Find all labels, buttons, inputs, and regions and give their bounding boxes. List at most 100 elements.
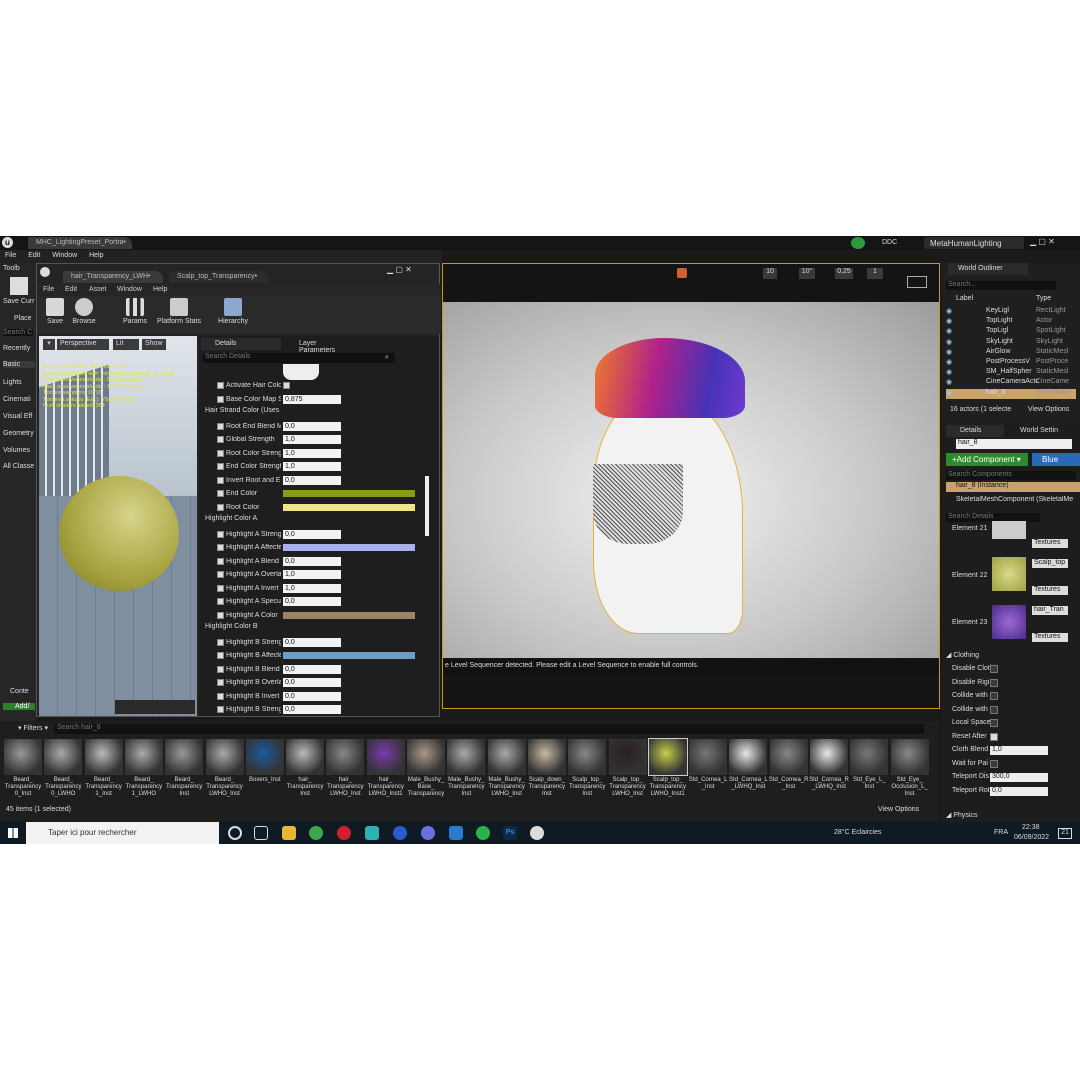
weather[interactable]: 28°C Eclaircies	[834, 829, 882, 836]
param-checkbox[interactable]	[217, 436, 224, 443]
param-value[interactable]: 1,0	[283, 570, 341, 579]
category-volumes[interactable]: Volumes	[3, 447, 30, 454]
param-value[interactable]: 0,0	[283, 705, 341, 714]
outliner-search[interactable]: Search...	[946, 281, 1056, 290]
param-checkbox[interactable]	[217, 490, 224, 497]
source-control-icon[interactable]	[851, 237, 865, 249]
tab-scalp-top[interactable]: Scalp_top_Transparency•	[169, 271, 269, 283]
actor-details-tab[interactable]: Details	[946, 425, 1004, 437]
outliner-row[interactable]: ◉ PostProcessV PostProce	[946, 358, 1076, 368]
asset-thumbnail[interactable]	[124, 739, 163, 775]
outliner-row[interactable]: ◉ TopLight Actor	[946, 317, 1076, 327]
category-basic[interactable]: Basic	[3, 361, 35, 368]
add-import-button[interactable]: Add/	[3, 703, 35, 710]
search-classes[interactable]: Search C	[3, 329, 33, 336]
asset-thumbnail[interactable]	[689, 739, 728, 775]
level-viewport[interactable]: 10 10° 0,25 1 e Level Sequencer detected…	[442, 263, 940, 709]
clothing-checkbox[interactable]	[990, 732, 998, 741]
asset-thumbnail[interactable]	[810, 739, 848, 775]
outliner-row[interactable]: ◉ hair_8 SkeletalMe	[946, 388, 1076, 399]
param-value[interactable]: 1,0	[283, 462, 341, 471]
chrome-icon[interactable]	[309, 826, 323, 840]
menu-window[interactable]: Window	[52, 252, 77, 259]
asset-thumbnail[interactable]	[447, 739, 486, 775]
file-explorer-icon[interactable]	[282, 826, 296, 840]
asset-thumbnail[interactable]	[729, 739, 768, 775]
asset-thumbnail[interactable]	[850, 739, 889, 775]
component-row[interactable]: SkeletalMeshComponent (SkeletalMe	[956, 496, 1080, 503]
param-value[interactable]: 0,0	[283, 664, 341, 674]
value-checkbox[interactable]	[283, 382, 290, 389]
clothing-value[interactable]: 1,0	[990, 746, 1048, 755]
category-visual-effects[interactable]: Visual Eff	[3, 413, 32, 420]
viewport-options-button[interactable]: ▾	[43, 339, 55, 350]
layer-parameters-tab[interactable]: Layer Parameters	[285, 338, 365, 354]
maya-icon[interactable]	[365, 826, 379, 840]
rotation-snap-value[interactable]: 10°	[799, 268, 815, 279]
eye-icon[interactable]: ◉	[946, 348, 952, 356]
param-checkbox[interactable]	[217, 571, 224, 578]
whatsapp-icon[interactable]	[476, 826, 490, 840]
camera-speed-value[interactable]: 1	[867, 268, 883, 279]
category-cinematic[interactable]: Cinemati	[3, 396, 31, 403]
eye-icon[interactable]: ◉	[946, 327, 952, 335]
realtime-icon[interactable]	[677, 268, 687, 278]
photos-icon[interactable]	[449, 826, 463, 840]
param-value[interactable]: 1,0	[283, 435, 341, 444]
platform-stats-button[interactable]: Platform Stats	[153, 298, 205, 325]
color-swatch[interactable]	[283, 544, 415, 551]
color-swatch[interactable]	[283, 611, 415, 619]
instance-row[interactable]: hair_8 (Instance)	[946, 482, 1080, 492]
menu-edit[interactable]: Edit	[28, 252, 40, 259]
param-checkbox[interactable]	[217, 598, 224, 605]
photoshop-icon[interactable]: Ps	[503, 826, 517, 840]
param-value[interactable]: 0,0	[283, 691, 341, 701]
blueprint-button[interactable]: Blue	[1032, 453, 1080, 466]
actor-name-field[interactable]: hair_8	[956, 439, 1072, 449]
param-checkbox[interactable]	[217, 530, 224, 538]
cortana-icon[interactable]	[228, 826, 242, 840]
clothing-value[interactable]: 0,0	[990, 786, 1048, 796]
category-lights[interactable]: Lights	[3, 379, 22, 386]
outliner-row[interactable]: ◉ SkyLight SkyLight	[946, 338, 1076, 348]
editor-window-controls[interactable]: ▁ ▢ ✕	[387, 265, 412, 274]
param-checkbox[interactable]	[217, 476, 224, 484]
layout-button[interactable]	[907, 276, 927, 288]
clothing-checkbox[interactable]	[990, 705, 998, 714]
eye-icon[interactable]: ◉	[946, 358, 952, 366]
param-value[interactable]: 0,0	[283, 678, 341, 687]
element-21-thumb[interactable]	[992, 521, 1026, 539]
asset-thumbnail[interactable]	[407, 739, 445, 775]
outliner-row[interactable]: ◉ KeyLigl RectLight	[946, 307, 1076, 317]
category-all-classes[interactable]: All Classe	[3, 463, 34, 470]
content-search[interactable]: Search hair_8	[54, 724, 924, 734]
eye-icon[interactable]: ◉	[946, 368, 952, 376]
param-checkbox[interactable]	[217, 665, 224, 673]
textures-dropdown[interactable]: Textures	[1032, 586, 1068, 595]
element-23-thumb[interactable]	[992, 605, 1026, 639]
asset-thumbnail[interactable]	[165, 739, 204, 775]
hierarchy-button[interactable]: Hierarchy	[213, 298, 253, 325]
clothing-checkbox[interactable]	[990, 719, 998, 727]
eye-icon[interactable]: ◉	[946, 389, 952, 397]
tab-hair-transparency[interactable]: hair_Transparency_LWH•	[63, 271, 163, 283]
outliner-row[interactable]: ◉ CineCameraActc CineCame	[946, 378, 1076, 388]
asset-thumbnail[interactable]	[286, 739, 325, 775]
asset-thumbnail[interactable]	[647, 738, 688, 776]
notification-badge[interactable]: 21	[1058, 828, 1072, 839]
color-swatch[interactable]	[283, 503, 415, 511]
param-value[interactable]: 0,875	[283, 394, 341, 404]
asset-thumbnail[interactable]	[527, 739, 566, 775]
preview-shape-buttons[interactable]	[115, 700, 195, 714]
menu-help[interactable]: Help	[89, 252, 103, 259]
outliner-row[interactable]: ◉ AirGlow StaticMesl	[946, 348, 1076, 358]
outliner-tab[interactable]: World Outliner	[948, 263, 1028, 275]
param-checkbox[interactable]	[217, 449, 224, 457]
editor-menu-edit[interactable]: Edit	[65, 286, 77, 293]
outliner-col-type[interactable]: Type	[1036, 295, 1051, 302]
perspective-button[interactable]: Perspective	[57, 339, 109, 350]
asset-thumbnail[interactable]	[205, 739, 244, 775]
preview-viewport[interactable]: Base pass shader: 391 instructions Base …	[39, 336, 197, 716]
param-value[interactable]: 1,0	[283, 583, 341, 593]
asset-thumbnail[interactable]	[326, 739, 365, 775]
